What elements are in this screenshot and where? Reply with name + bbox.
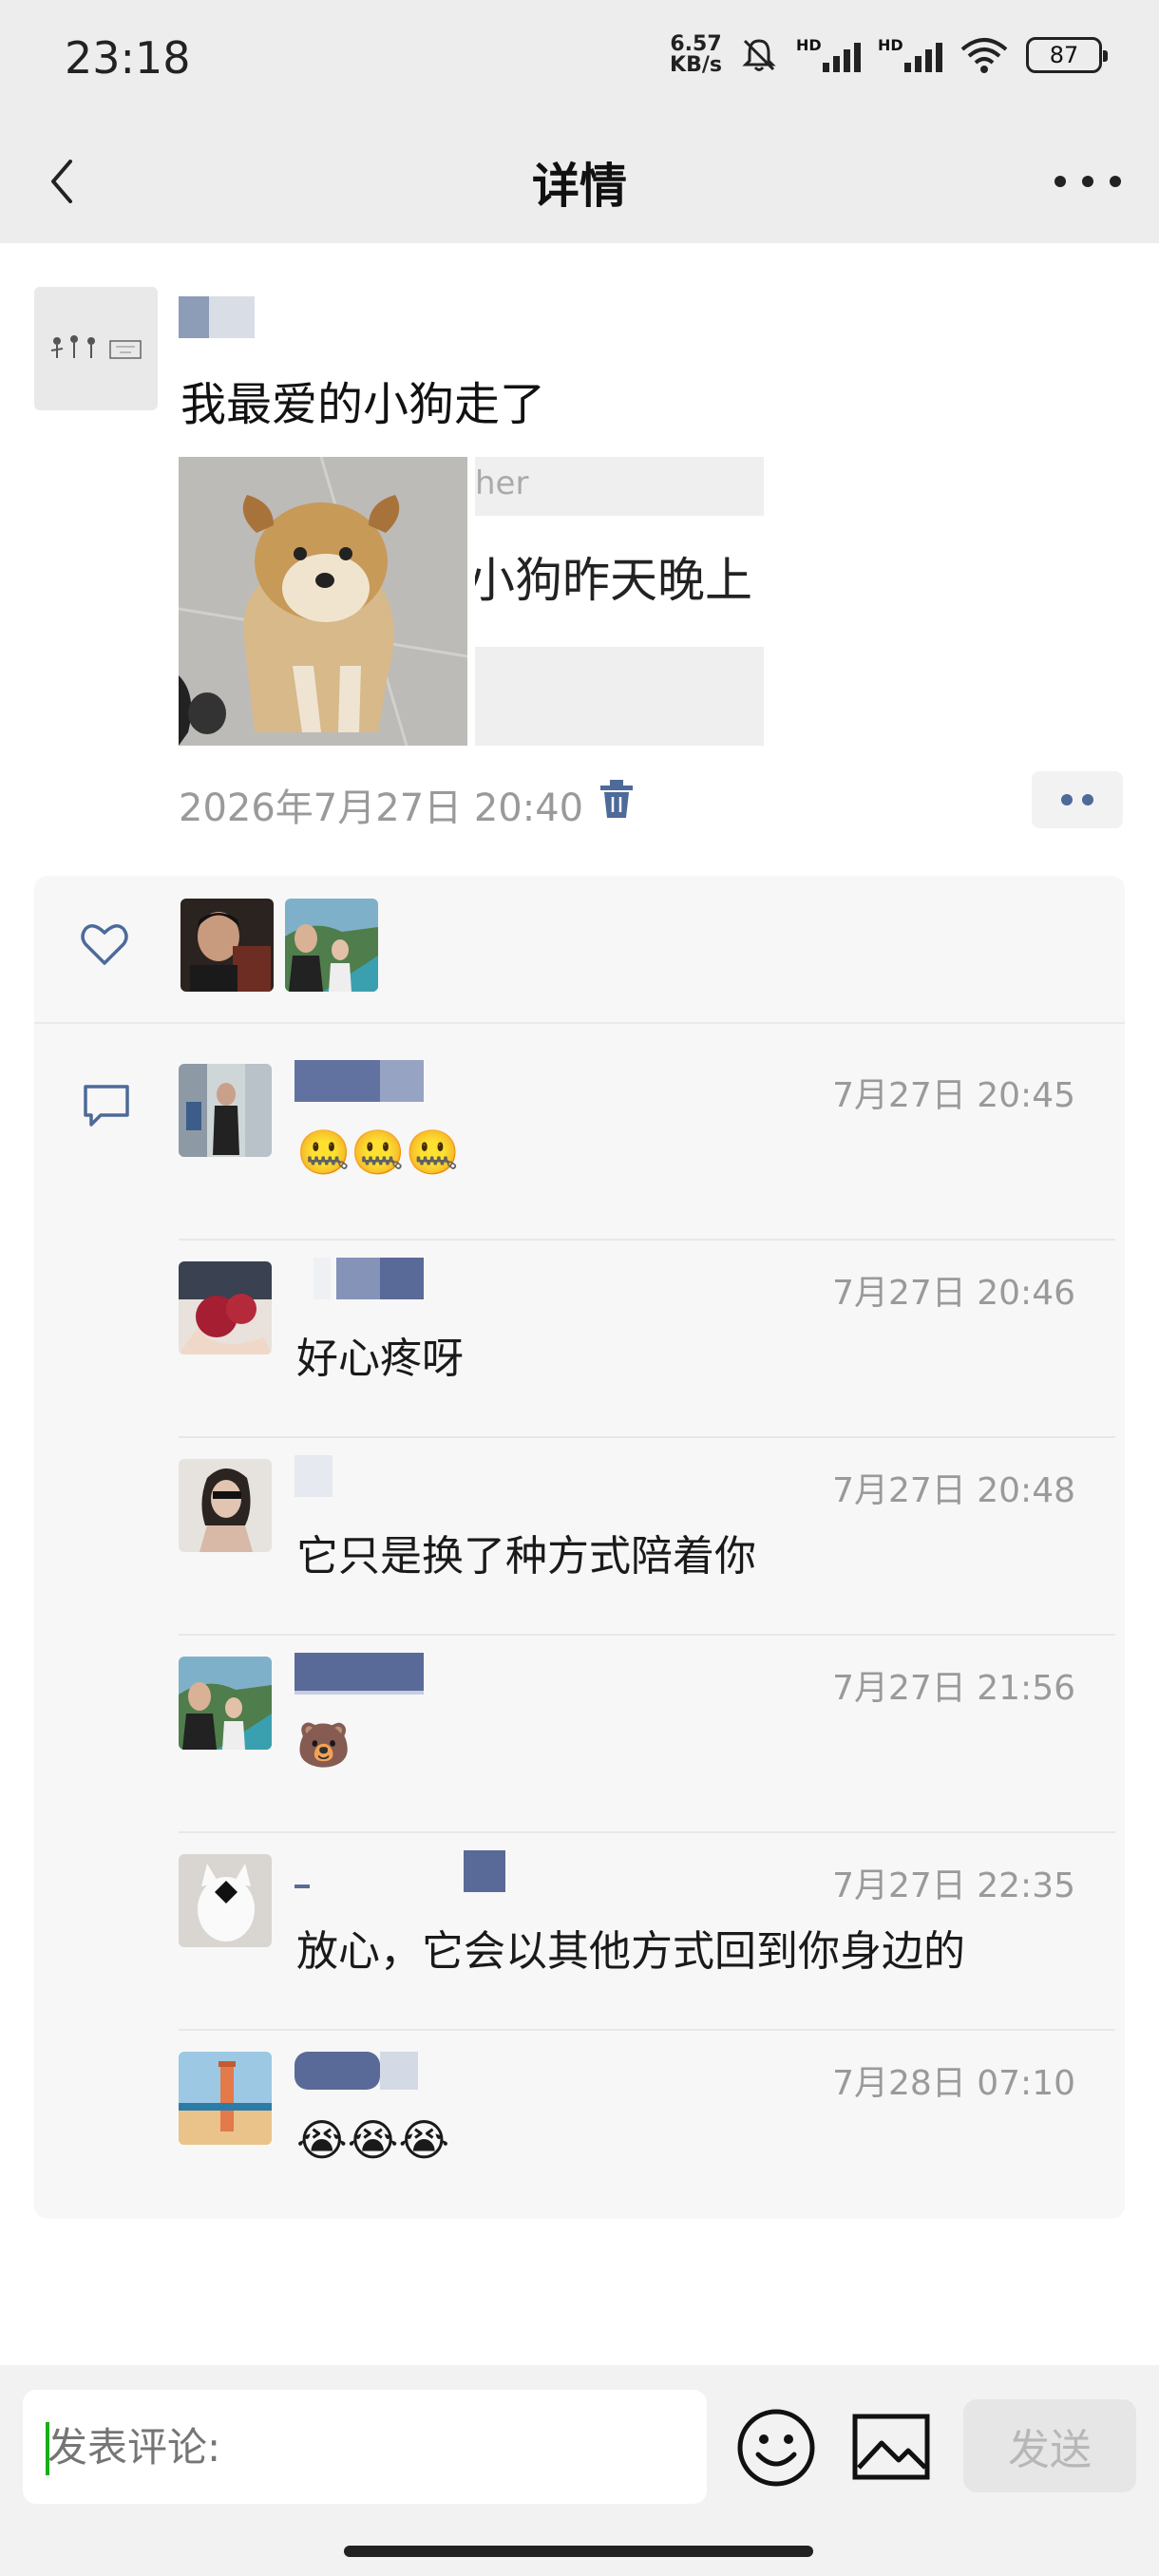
share-card-footer <box>475 647 764 746</box>
mute-bell-icon <box>742 39 776 71</box>
liker-avatar[interactable] <box>180 899 274 992</box>
commenter-avatar[interactable] <box>179 1657 272 1750</box>
post-timestamp: 2026年7月27日 20:40 <box>179 786 584 830</box>
status-bar: 23:18 6.57 KB/s HD HD 87 <box>0 0 1159 120</box>
dot-icon <box>1082 794 1093 805</box>
comment-text: 好心疼呀 <box>296 1335 464 1383</box>
comment-time: 7月27日 20:46 <box>832 1274 1075 1313</box>
network-speed: 6.57 KB/s <box>670 32 722 77</box>
like-comment-menu-button[interactable] <box>1032 771 1123 828</box>
commenter-name-blurred <box>314 1258 424 1299</box>
commenter-avatar[interactable] <box>179 1854 272 1947</box>
dot-icon <box>1082 176 1093 187</box>
status-icons: 6.57 KB/s HD HD 87 <box>670 32 1108 77</box>
post-text: 我最爱的小狗走了 <box>180 378 546 431</box>
comment-emoji: 😭😭😭 <box>296 2114 450 2166</box>
post-detail: 我最爱的小狗走了 her 小狗昨天晚上 2026年7月27日 20:40 7月2… <box>0 243 1159 2365</box>
commenter-avatar[interactable] <box>179 1459 272 1552</box>
commenter-name-blurred <box>294 1653 424 1695</box>
heart-icon <box>81 924 128 965</box>
author-name-blurred[interactable] <box>179 296 255 338</box>
comment-text: 它只是换了种方式陪着你 <box>296 1532 756 1581</box>
signal-icon-1: HD <box>796 36 861 72</box>
avatar-figures-icon <box>50 335 142 359</box>
commenter-avatar[interactable] <box>179 2052 272 2145</box>
comment-sticker: 🐻 <box>296 1719 352 1771</box>
commenter-avatar[interactable] <box>179 1261 272 1354</box>
commenter-name-blurred <box>294 1060 424 1102</box>
delete-trash-icon[interactable] <box>597 778 636 820</box>
comment-text: 放心，它会以其他方式回到你身边的 <box>296 1927 965 1976</box>
battery-indicator: 87 <box>1026 37 1108 73</box>
share-card-text: 小狗昨天晚上 <box>475 553 752 608</box>
dog-photo[interactable] <box>179 457 467 746</box>
status-time: 23:18 <box>65 32 191 84</box>
comment-time: 7月27日 22:35 <box>832 1866 1075 1905</box>
interaction-panel: 7月27日 20:45 🤐🤐🤐 7月27日 20:46 好心疼呀 7月27日 2… <box>34 876 1125 2219</box>
comment-input[interactable] <box>23 2390 707 2504</box>
wifi-icon <box>960 38 1008 73</box>
commenter-name-blurred <box>294 1850 505 1892</box>
comment-input-bar: 发送 <box>0 2365 1159 2576</box>
share-card-header: her <box>475 457 764 516</box>
comment-time: 7月27日 20:48 <box>832 1471 1075 1510</box>
dot-icon <box>1110 176 1121 187</box>
comment-item[interactable]: 7月27日 20:46 好心疼呀 <box>179 1241 1115 1438</box>
likes-row <box>34 876 1125 1023</box>
dot-icon <box>1054 176 1066 187</box>
text-caret <box>46 2422 49 2475</box>
comment-time: 7月27日 20:45 <box>832 1076 1075 1115</box>
comment-time: 7月28日 07:10 <box>832 2064 1075 2103</box>
nav-bar: 详情 <box>0 120 1159 243</box>
comment-item[interactable]: 7月27日 21:56 🐻 <box>179 1636 1115 1833</box>
commenter-avatar[interactable] <box>179 1064 272 1157</box>
likes-divider <box>34 1022 1125 1024</box>
home-indicator[interactable] <box>344 2546 813 2557</box>
commenter-name-blurred <box>294 1455 332 1497</box>
image-icon[interactable] <box>851 2411 931 2483</box>
comment-bubble-icon <box>84 1085 129 1127</box>
comment-item[interactable]: 7月27日 20:48 它只是换了种方式陪着你 <box>179 1438 1115 1636</box>
dog-image <box>179 457 467 746</box>
commenter-name-blurred <box>294 2052 418 2090</box>
liker-avatar[interactable] <box>285 899 378 992</box>
send-button[interactable]: 发送 <box>963 2399 1136 2492</box>
comment-item[interactable]: 7月27日 22:35 放心，它会以其他方式回到你身边的 <box>179 1833 1115 2031</box>
page-title: 详情 <box>532 159 627 214</box>
comment-item[interactable]: 7月27日 20:45 🤐🤐🤐 <box>179 1043 1115 1241</box>
dot-icon <box>1061 794 1073 805</box>
comment-time: 7月27日 21:56 <box>832 1669 1075 1708</box>
signal-icon-2: HD <box>878 36 942 72</box>
comment-emoji: 🤐🤐🤐 <box>296 1127 460 1178</box>
comment-item[interactable]: 7月28日 07:10 😭😭😭 <box>179 2031 1115 2219</box>
more-options-button[interactable] <box>1054 162 1121 200</box>
emoji-icon[interactable] <box>735 2407 817 2489</box>
author-avatar[interactable] <box>34 287 158 410</box>
shared-link-card[interactable]: her 小狗昨天晚上 <box>475 457 764 746</box>
